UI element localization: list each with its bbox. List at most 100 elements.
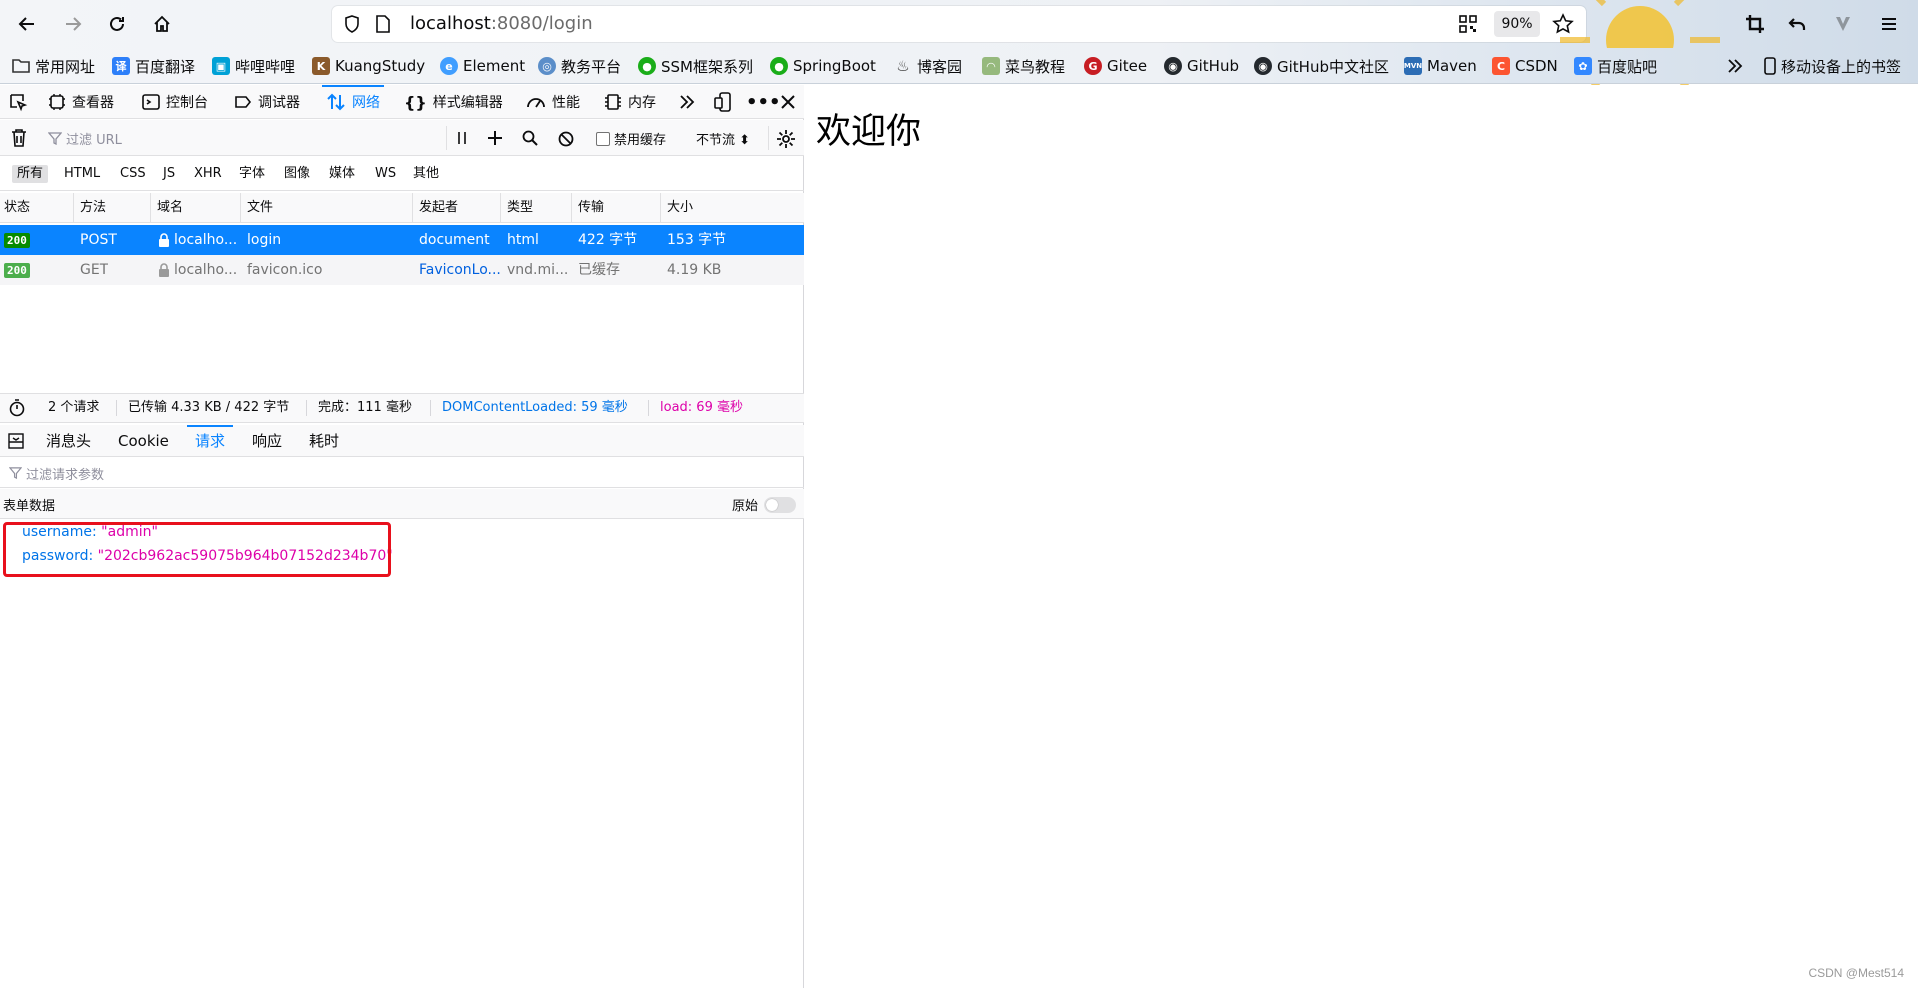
tab-memory[interactable]: 内存 [604,85,656,119]
form-data-header: 表单数据 原始 [0,489,804,519]
zoom-level-button[interactable]: 90% [1494,11,1540,37]
bookmark-item[interactable]: ◎ 教务平台 [538,54,621,78]
bookmark-item[interactable]: ◉ GitHub [1164,54,1239,78]
trash-icon[interactable] [10,128,28,148]
request-row[interactable]: 200 POST localho... login document html … [0,225,804,255]
filter-images[interactable]: 图像 [279,165,315,183]
back-button[interactable] [10,8,44,40]
column-type[interactable]: 类型 [503,193,572,223]
url-text[interactable]: localhost:8080/login [410,13,593,34]
tab-request[interactable]: 请求 [186,425,234,457]
column-status[interactable]: 状态 [0,193,74,223]
mobile-bookmarks[interactable]: 移动设备上的书签 [1764,54,1901,78]
bookmark-item[interactable]: ◉ GitHub中文社区 [1254,54,1389,78]
bookmark-item[interactable]: 常用网址 [12,54,95,78]
tab-response[interactable]: 响应 [252,425,282,457]
extension-button[interactable] [1826,8,1860,40]
bookmark-item[interactable]: MVN Maven [1404,54,1477,78]
tab-performance[interactable]: 性能 [526,85,580,119]
maven-icon: MVN [1404,57,1422,75]
bookmark-item[interactable]: e Element [440,54,525,78]
filter-xhr[interactable]: XHR [189,165,227,183]
screenshot-button[interactable] [1738,8,1772,40]
filter-all[interactable]: 所有 [12,165,49,183]
panel-toggle-icon[interactable] [8,433,24,449]
bookmark-item[interactable]: ● SSM框架系列 [638,54,753,78]
menu-button[interactable] [1872,8,1906,40]
tab-debugger[interactable]: 调试器 [234,85,300,119]
tab-headers[interactable]: 消息头 [46,425,91,457]
disable-cache-checkbox[interactable]: 禁用缓存 [596,129,666,148]
filter-url-input[interactable]: 过滤 URL [44,125,442,151]
request-row[interactable]: 200 GET localho... favicon.ico FaviconLo… [0,255,804,285]
plus-icon[interactable] [487,130,503,146]
column-size[interactable]: 大小 [663,193,803,223]
tab-console[interactable]: 控制台 [142,85,208,119]
gear-icon[interactable] [776,129,796,149]
bookmark-item[interactable]: ● SpringBoot [770,54,876,78]
responsive-design-button[interactable] [714,85,732,119]
baidu-translate-icon: 译 [112,57,130,75]
tab-label: 内存 [628,95,656,111]
element-picker-button[interactable] [8,85,28,119]
shield-icon[interactable] [342,14,362,34]
bookmark-item[interactable]: ▣ 哔哩哔哩 [212,54,295,78]
toolbar-divider [446,126,447,150]
tab-cookies[interactable]: Cookie [118,425,169,457]
filter-params-input[interactable]: 过滤请求参数 [0,458,804,488]
devtools-options-button[interactable]: ••• [746,85,781,119]
column-file[interactable]: 文件 [243,193,413,223]
reload-icon [110,16,124,31]
filter-ws[interactable]: WS [370,165,401,183]
block-icon[interactable] [558,131,574,147]
tab-timings[interactable]: 耗时 [309,425,339,457]
request-method: GET [80,262,109,278]
pause-icon[interactable] [456,131,468,145]
column-domain[interactable]: 域名 [153,193,241,223]
raw-toggle[interactable]: 原始 [732,495,796,514]
reload-button[interactable] [100,8,134,40]
filter-other[interactable]: 其他 [408,165,444,183]
throttle-select[interactable]: 不节流 ⬍ [696,129,750,148]
url-bar[interactable]: localhost:8080/login 90% [332,6,1586,42]
search-icon[interactable] [522,130,538,146]
filter-js[interactable]: JS [158,165,180,183]
qr-code-icon[interactable] [1458,14,1478,34]
forward-button[interactable] [56,8,90,40]
filter-media[interactable]: 媒体 [324,165,360,183]
undo-icon [1788,18,1806,30]
bookmark-item[interactable]: K KuangStudy [312,54,425,78]
bookmark-item[interactable]: G Gitee [1084,54,1147,78]
home-button[interactable] [145,8,179,40]
column-method[interactable]: 方法 [76,193,151,223]
bookmark-label: 百度贴吧 [1597,57,1658,76]
tab-label: 样式编辑器 [432,95,503,111]
wechat-icon: ● [770,57,788,75]
column-initiator[interactable]: 发起者 [415,193,501,223]
lock-icon [159,233,169,247]
request-initiator[interactable]: FaviconLo... [419,255,501,285]
bookmark-item[interactable]: ♨ 博客园 [894,54,962,78]
tab-inspector[interactable]: 查看器 [48,85,114,119]
request-detail-tabs: 消息头 Cookie 请求 响应 耗时 [0,425,804,457]
filter-fonts[interactable]: 字体 [234,165,270,183]
filter-html[interactable]: HTML [59,165,105,183]
bookmark-item[interactable]: 译 百度翻译 [112,54,195,78]
bookmark-item[interactable]: ◠ 菜鸟教程 [982,54,1065,78]
bookmark-item[interactable]: ✿ 百度贴吧 [1574,54,1657,78]
tab-style-editor[interactable]: {} 样式编辑器 [404,85,503,119]
request-type: html [507,232,539,248]
column-transferred[interactable]: 传输 [574,193,661,223]
bookmarks-overflow-button[interactable] [1726,54,1744,78]
undo-button[interactable] [1780,8,1814,40]
request-initiator: document [419,232,490,248]
network-icon [327,93,345,111]
filter-css[interactable]: CSS [115,165,151,183]
more-tabs-button[interactable] [678,85,696,119]
home-icon [154,15,170,32]
close-devtools-button[interactable] [780,85,796,119]
checkbox-box[interactable] [596,131,610,146]
tab-network[interactable]: 网络 [322,85,384,119]
bookmark-item[interactable]: C CSDN [1492,54,1558,78]
raw-switch[interactable] [764,496,796,513]
